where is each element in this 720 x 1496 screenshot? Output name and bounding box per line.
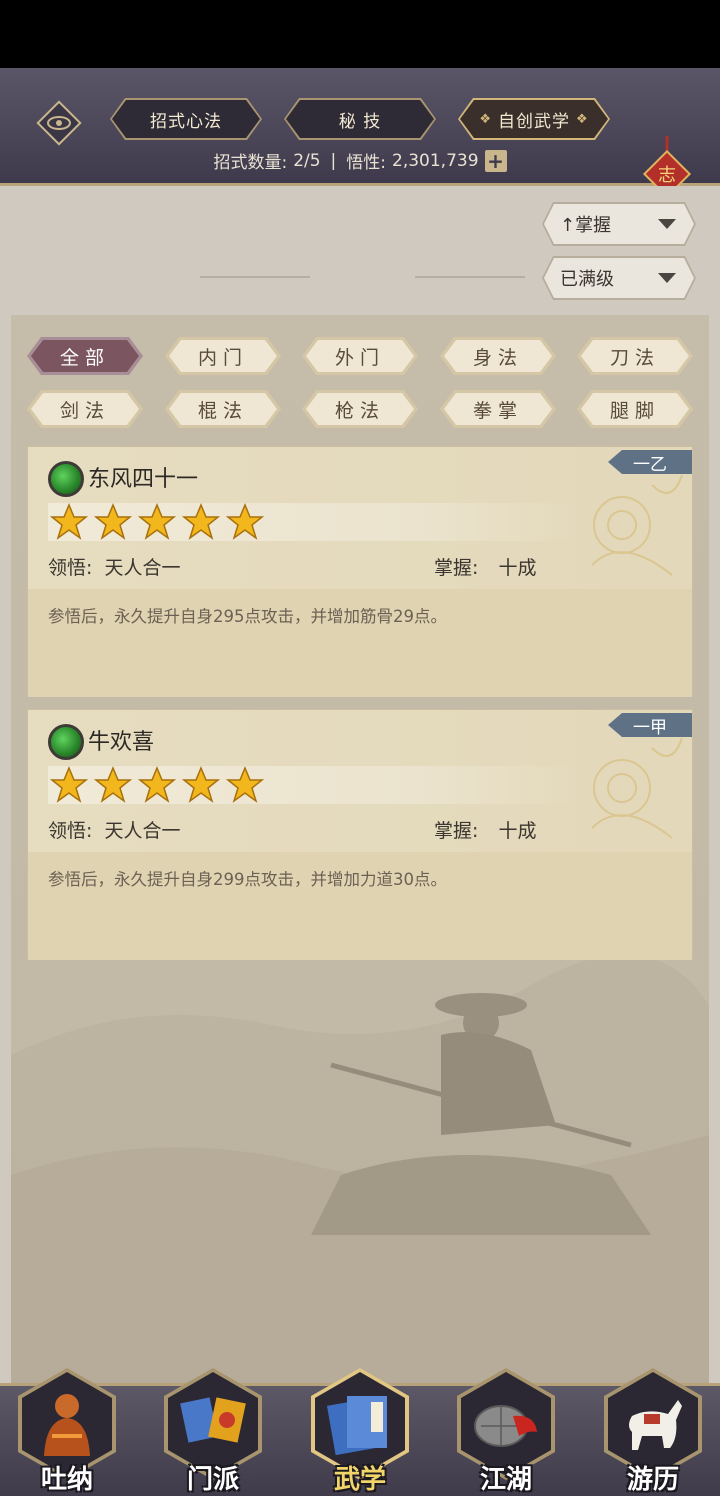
banner-icon bbox=[180, 1397, 246, 1443]
mastery-row: 掌握: 十成 bbox=[434, 820, 537, 842]
skill-sword-icon bbox=[48, 461, 84, 497]
tab-secret-skills[interactable]: 秘 技 bbox=[286, 100, 434, 138]
nav-breathing[interactable]: 吐纳 bbox=[14, 1368, 120, 1496]
chevron-down-icon bbox=[658, 219, 676, 229]
ornament-icon: ❖ bbox=[479, 111, 492, 127]
star-icon bbox=[182, 503, 220, 540]
filter-inner[interactable]: 内门 bbox=[165, 337, 281, 375]
star-icon bbox=[94, 503, 132, 540]
filter-all[interactable]: 全部 bbox=[27, 337, 143, 375]
bottom-nav: 吐纳 门派 武学 江湖 游历 bbox=[0, 1368, 720, 1496]
eye-icon bbox=[47, 116, 71, 130]
nav-sect[interactable]: 门派 bbox=[160, 1368, 266, 1496]
skill-sword-icon bbox=[48, 724, 84, 760]
tab-self-created-arts[interactable]: ❖ 自创武学 ❖ bbox=[460, 100, 608, 138]
ornament-icon: ❖ bbox=[576, 111, 589, 127]
star-icon bbox=[182, 766, 220, 803]
star-icon bbox=[138, 766, 176, 803]
rank-badge: 一乙 bbox=[608, 450, 692, 474]
filter-spear[interactable]: 枪法 bbox=[302, 390, 418, 428]
bamboo-hat-icon bbox=[474, 1405, 537, 1447]
nav-travel[interactable]: 游历 bbox=[600, 1368, 706, 1496]
rank-badge: 一甲 bbox=[608, 713, 692, 737]
insight-row: 领悟: 天人合一 bbox=[48, 820, 181, 842]
star-rating bbox=[48, 766, 578, 804]
filter-fist[interactable]: 拳掌 bbox=[440, 390, 556, 428]
view-toggle-button[interactable] bbox=[36, 100, 82, 146]
monk-icon bbox=[44, 1394, 90, 1456]
divider bbox=[200, 276, 310, 278]
stats-line: 招式数量: 2/5 | 悟性: 2,301,739 + bbox=[0, 148, 720, 173]
skill-card[interactable]: 东风四十一 一乙 领悟: 天人合一 掌握: 十成 参悟后，永久提升自身295点攻… bbox=[27, 446, 693, 697]
chevron-down-icon bbox=[658, 273, 676, 283]
skill-description: 参悟后，永久提升自身295点攻击，并增加筋骨29点。 bbox=[48, 607, 447, 626]
status-bar bbox=[0, 0, 720, 68]
add-insight-button[interactable]: + bbox=[484, 149, 507, 172]
star-icon bbox=[50, 503, 88, 540]
nav-martial-arts[interactable]: 武学 bbox=[307, 1368, 413, 1496]
mastery-row: 掌握: 十成 bbox=[434, 557, 537, 579]
skill-card[interactable]: 牛欢喜 一甲 领悟: 天人合一 掌握: 十成 参悟后，永久提升自身299点攻击，… bbox=[27, 709, 693, 960]
sort-mastery-dropdown[interactable]: ↑掌握 bbox=[544, 204, 694, 244]
star-icon bbox=[94, 766, 132, 803]
filter-movement[interactable]: 身法 bbox=[440, 337, 556, 375]
divider bbox=[415, 276, 525, 278]
nav-jianghu[interactable]: 江湖 bbox=[453, 1368, 559, 1496]
filter-sword[interactable]: 剑法 bbox=[27, 390, 143, 428]
horse-icon bbox=[629, 1400, 682, 1450]
star-icon bbox=[138, 503, 176, 540]
filter-blade[interactable]: 刀法 bbox=[577, 337, 693, 375]
insight-row: 领悟: 天人合一 bbox=[48, 557, 181, 579]
skill-description: 参悟后，永久提升自身299点攻击，并增加力道30点。 bbox=[48, 870, 447, 889]
header: 招式心法 秘 技 ❖ 自创武学 ❖ 志 招式数量: 2/5 | 悟性: 2,30… bbox=[0, 68, 720, 240]
star-icon bbox=[226, 766, 264, 803]
star-rating bbox=[48, 503, 578, 541]
filter-outer[interactable]: 外门 bbox=[302, 337, 418, 375]
scroll-book-icon bbox=[326, 1396, 387, 1456]
star-icon bbox=[50, 766, 88, 803]
skill-name: 牛欢喜 bbox=[88, 730, 155, 755]
tab-moves-methods[interactable]: 招式心法 bbox=[112, 100, 260, 138]
filter-leg[interactable]: 腿脚 bbox=[577, 390, 693, 428]
skill-name: 东风四十一 bbox=[88, 467, 199, 492]
filter-staff[interactable]: 棍法 bbox=[165, 390, 281, 428]
level-filter-dropdown[interactable]: 已满级 bbox=[544, 258, 694, 298]
star-icon bbox=[226, 503, 264, 540]
